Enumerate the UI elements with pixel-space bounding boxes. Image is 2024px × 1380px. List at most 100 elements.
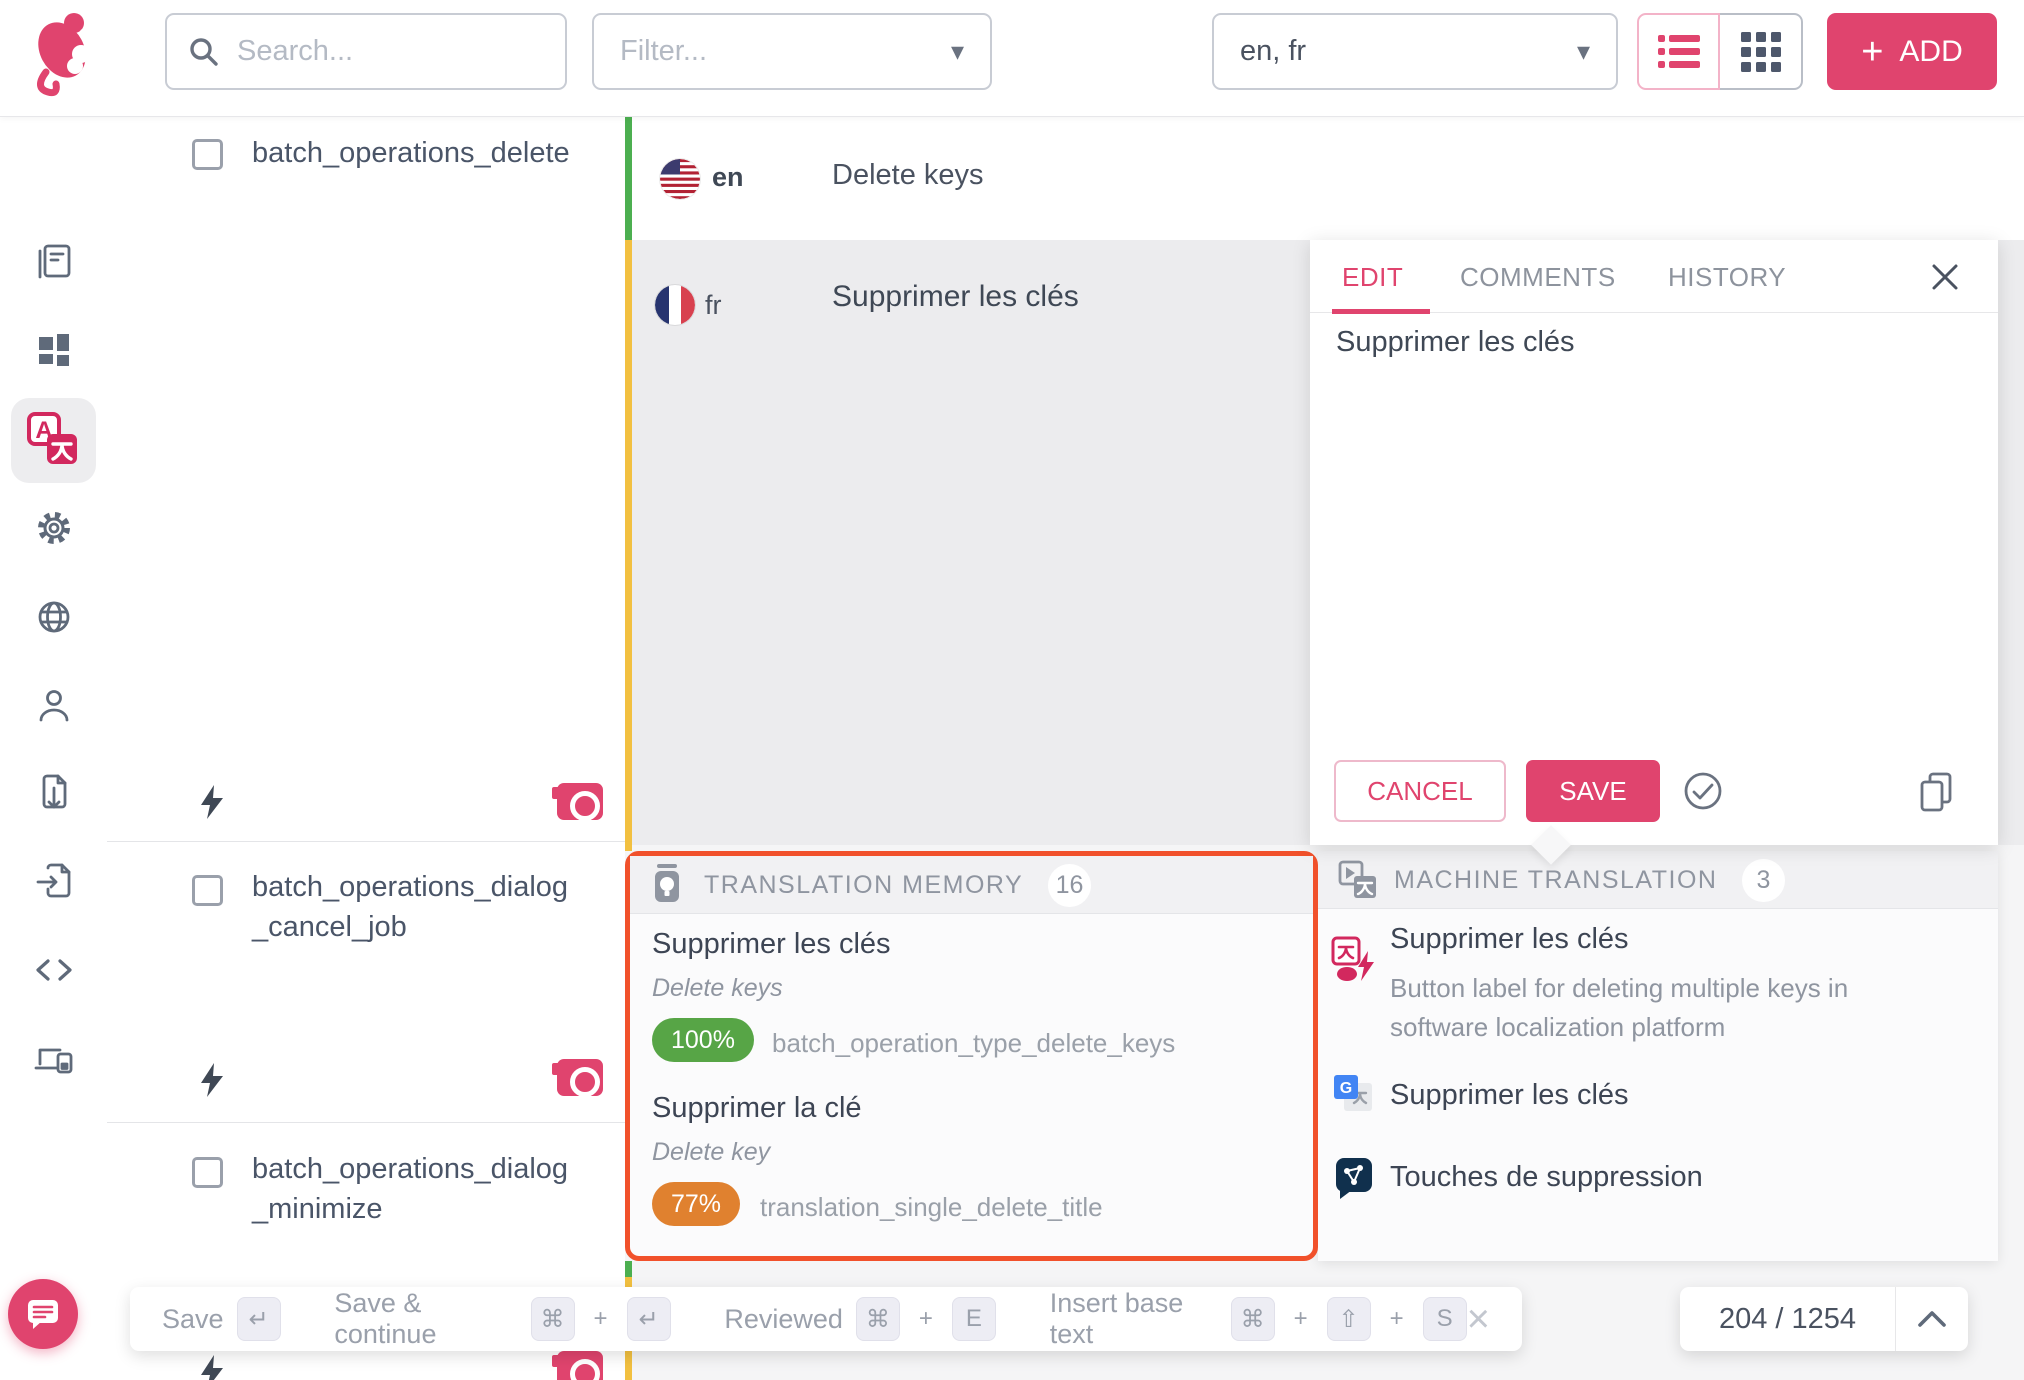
tab-comments[interactable]: COMMENTS xyxy=(1460,262,1616,293)
code-icon xyxy=(32,948,76,992)
chat-fab-button[interactable] xyxy=(8,1279,78,1349)
key-checkbox[interactable] xyxy=(192,1157,223,1188)
close-icon[interactable] xyxy=(1930,262,1960,292)
fr-flag-icon xyxy=(655,285,695,325)
sidebar-item-upload[interactable] xyxy=(31,859,77,905)
collapse-button[interactable] xyxy=(1896,1287,1968,1351)
key-name[interactable]: batch_operations_dialog _cancel_job xyxy=(252,867,568,947)
languages-value: en, fr xyxy=(1240,35,1306,68)
add-button[interactable]: + ADD xyxy=(1827,13,1997,90)
key-counter-value: 204 / 1254 xyxy=(1680,1287,1896,1351)
cancel-button[interactable]: CANCEL xyxy=(1334,760,1506,822)
translation-row-en[interactable]: en Delete keys xyxy=(632,117,2024,240)
key-name[interactable]: batch_operations_delete xyxy=(252,133,570,173)
sidebar-item-contributors[interactable] xyxy=(31,682,77,728)
plus-separator: + xyxy=(919,1305,933,1333)
translation-memory-panel: TRANSLATION MEMORY 16 Supprimer les clés… xyxy=(625,851,1318,1261)
sidebar-item-languages[interactable] xyxy=(31,594,77,640)
translation-memory-title: TRANSLATION MEMORY xyxy=(704,871,1023,900)
language-code: en xyxy=(712,162,744,193)
screenshot-camera-icon[interactable] xyxy=(557,1351,603,1380)
status-strip-green xyxy=(625,117,632,240)
grid-view-icon xyxy=(1741,32,1781,72)
list-view-icon xyxy=(1658,33,1700,71)
machine-translation-panel: MACHINE TRANSLATION 3 Supprimer les clés… xyxy=(1318,851,1998,1261)
sidebar: A xyxy=(0,117,107,1380)
lightning-icon[interactable] xyxy=(199,785,225,819)
documents-icon xyxy=(32,240,76,284)
sidebar-item-editor-active[interactable]: A xyxy=(11,398,96,483)
tab-edit[interactable]: EDIT xyxy=(1342,262,1403,293)
tab-history[interactable]: HISTORY xyxy=(1668,262,1786,293)
key-counter: 204 / 1254 xyxy=(1680,1287,1968,1351)
filter-dropdown[interactable]: Filter... ▾ xyxy=(592,13,992,90)
machine-translation-count-badge: 3 xyxy=(1742,859,1785,902)
copy-icon[interactable] xyxy=(1916,770,1956,814)
shift-keycap: ⇧ xyxy=(1327,1297,1371,1341)
edit-panel: EDIT COMMENTS HISTORY Supprimer les clés… xyxy=(1310,240,1998,845)
search-input[interactable] xyxy=(237,35,537,68)
us-flag-icon xyxy=(660,159,700,199)
lightning-icon[interactable] xyxy=(199,1355,225,1380)
svg-text:G: G xyxy=(1340,1080,1352,1097)
translation-memory-count-badge: 16 xyxy=(1048,864,1091,907)
sidebar-item-dashboard[interactable] xyxy=(31,327,77,373)
chevron-up-icon xyxy=(1917,1310,1947,1328)
bottom-action-bar: Save ↵ Save & continue ⌘ + ↵ Reviewed ⌘ … xyxy=(130,1287,1522,1351)
app-logo-mouse-icon[interactable] xyxy=(26,6,104,106)
active-tab-underline xyxy=(1332,309,1430,314)
chevron-down-icon: ▾ xyxy=(951,36,964,67)
file-import-icon xyxy=(32,860,76,904)
tm-entry-source: Delete keys xyxy=(652,974,783,1003)
sidebar-item-devices[interactable] xyxy=(31,1036,77,1082)
reviewed-action[interactable]: Reviewed ⌘ + E xyxy=(724,1297,996,1341)
tm-entry-source: Delete key xyxy=(652,1138,770,1167)
screenshot-camera-icon[interactable] xyxy=(557,783,603,820)
cmd-keycap: ⌘ xyxy=(1231,1297,1275,1341)
add-button-label: ADD xyxy=(1899,35,1962,69)
save-continue-action[interactable]: Save & continue ⌘ + ↵ xyxy=(334,1288,670,1350)
translation-memory-header: TRANSLATION MEMORY 16 xyxy=(630,856,1313,914)
key-checkbox[interactable] xyxy=(192,139,223,170)
verify-check-icon[interactable] xyxy=(1682,770,1724,812)
grid-view-button[interactable] xyxy=(1720,13,1803,90)
sidebar-item-api[interactable] xyxy=(31,947,77,993)
list-view-button[interactable] xyxy=(1637,13,1720,90)
save-action[interactable]: Save ↵ xyxy=(162,1297,281,1341)
machine-translation-title: MACHINE TRANSLATION xyxy=(1394,866,1717,895)
dashboard-icon xyxy=(32,328,76,372)
languages-dropdown[interactable]: en, fr ▾ xyxy=(1212,13,1618,90)
lightning-icon[interactable] xyxy=(199,1063,225,1097)
status-strip-green xyxy=(625,1261,632,1277)
google-translate-icon: G xyxy=(1332,1073,1376,1117)
mt-entry-description: Button label for deleting multiple keys … xyxy=(1390,969,1900,1047)
cmd-keycap: ⌘ xyxy=(531,1297,575,1341)
save-button[interactable]: SAVE xyxy=(1526,760,1660,822)
insert-base-text-action[interactable]: Insert base text ⌘ + ⇧ + S xyxy=(1050,1288,1467,1350)
insert-base-text-label: Insert base text xyxy=(1050,1288,1218,1350)
reviewed-label: Reviewed xyxy=(724,1304,843,1335)
machine-translation-icon xyxy=(1334,857,1380,903)
screenshot-camera-icon[interactable] xyxy=(557,1059,603,1096)
filter-placeholder: Filter... xyxy=(620,35,707,68)
save-continue-label: Save & continue xyxy=(334,1288,517,1350)
key-name[interactable]: batch_operations_dialog _minimize xyxy=(252,1149,568,1229)
mt-entry-text: Touches de suppression xyxy=(1390,1161,1703,1194)
sidebar-item-download[interactable] xyxy=(31,770,77,816)
tm-match-badge: 77% xyxy=(652,1182,740,1226)
sidebar-item-settings[interactable] xyxy=(31,505,77,551)
translation-text-fr: Supprimer les clés xyxy=(832,280,1079,314)
key-checkbox[interactable] xyxy=(192,875,223,906)
machine-translation-header: MACHINE TRANSLATION 3 xyxy=(1318,851,1998,909)
status-strip-yellow xyxy=(625,240,632,851)
edit-panel-tabs: EDIT COMMENTS HISTORY xyxy=(1310,240,1998,313)
top-bar: Filter... ▾ en, fr ▾ xyxy=(0,0,2024,117)
view-toggle xyxy=(1637,13,1803,90)
sidebar-item-documents[interactable] xyxy=(31,239,77,285)
mt-entry-text: Supprimer les clés xyxy=(1390,923,1629,956)
translation-editor-textarea[interactable]: Supprimer les clés xyxy=(1336,326,1575,359)
chat-bubble-icon xyxy=(26,1298,60,1330)
gear-icon xyxy=(32,506,76,550)
save-action-label: Save xyxy=(162,1304,224,1335)
search-box[interactable] xyxy=(165,13,567,90)
